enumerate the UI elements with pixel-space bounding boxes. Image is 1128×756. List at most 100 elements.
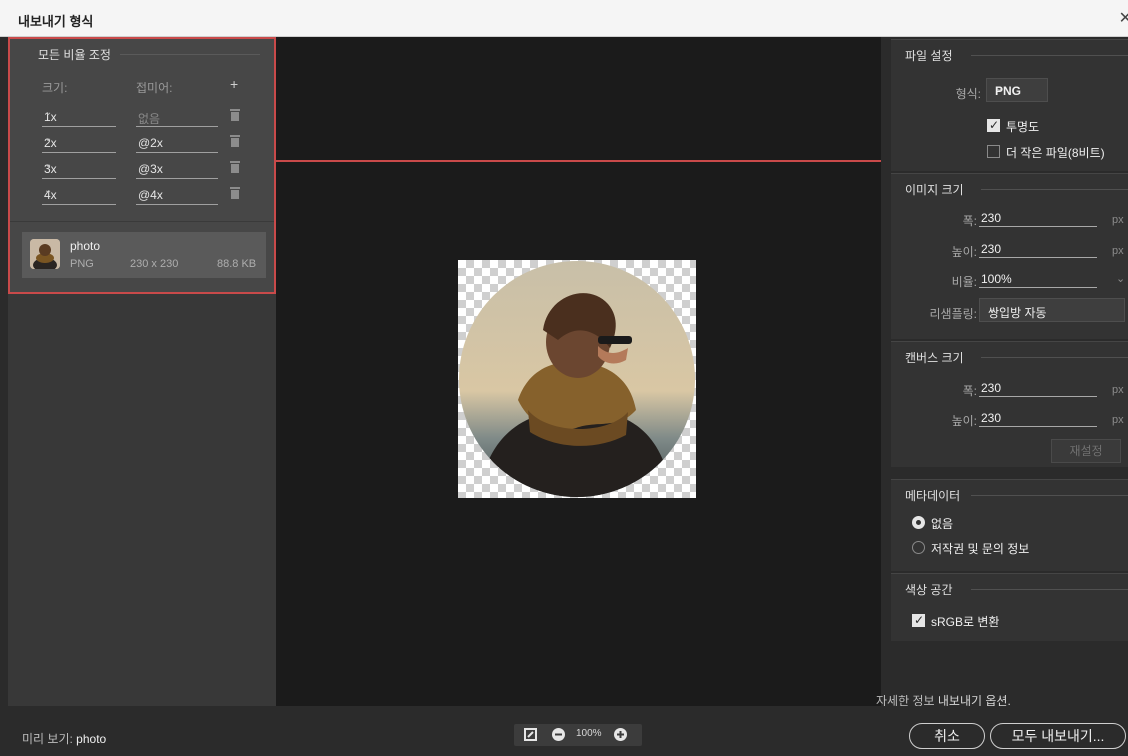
scale-all-panel: 모든 비율 조정 크기: 접미어: + 1x ⌄ 없음 2x ⌄ @2x 3x … (8, 37, 276, 294)
image-width-label: 폭: (962, 214, 977, 228)
scale-suffix-input[interactable]: @2x (136, 133, 218, 153)
trash-icon[interactable] (230, 135, 240, 147)
scale-value: 100% (981, 272, 1012, 286)
scale-all-title: 모든 비율 조정 (38, 48, 111, 62)
trash-icon[interactable] (230, 187, 240, 199)
file-settings-panel: 파일 설정 형식: PNG ⌄ 투명도 더 작은 파일(8비트) (891, 39, 1128, 171)
image-height-value: 230 (981, 242, 1002, 256)
metadata-copyright-radio[interactable] (912, 541, 925, 554)
scale-suffix-value: @4x (138, 188, 163, 202)
asset-thumbnail (30, 239, 60, 269)
plus-circle-icon[interactable] (613, 727, 628, 742)
image-size-title: 이미지 크기 (905, 183, 964, 197)
image-width-input[interactable]: 230 (979, 209, 1097, 227)
color-space-title: 색상 공간 (905, 583, 953, 597)
canvas-size-title: 캔버스 크기 (905, 351, 964, 365)
srgb-checkbox[interactable] (912, 613, 925, 627)
add-scale-button[interactable]: + (230, 76, 238, 92)
preview-prefix: 미리 보기: (22, 732, 77, 746)
scale-size-select[interactable]: 3x ⌄ (42, 159, 116, 179)
image-height-label: 높이: (951, 245, 977, 259)
chevron-down-icon: ⌄ (995, 83, 1004, 94)
scale-size-select[interactable]: 2x ⌄ (42, 133, 116, 153)
color-space-panel: 색상 공간 sRGB로 변환 (891, 573, 1128, 641)
unit-label: px (1112, 245, 1124, 257)
scale-size-select[interactable]: 4x ⌄ (42, 185, 116, 205)
assets-pane: 모든 비율 조정 크기: 접미어: + 1x ⌄ 없음 2x ⌄ @2x 3x … (8, 37, 276, 706)
export-all-button[interactable]: 모두 내보내기... (990, 723, 1126, 749)
canvas-width-input[interactable]: 230 (979, 379, 1097, 397)
asset-item[interactable]: photo PNG 230 x 230 88.8 KB (22, 232, 266, 278)
scale-row: 2x ⌄ @2x (10, 133, 270, 157)
close-icon[interactable]: ✕ (1119, 8, 1128, 28)
scale-size-select[interactable]: 1x ⌄ (42, 107, 116, 127)
image-size-panel: 이미지 크기 폭: 230 px 높이: 230 px 비율: 100% ⌄ 리… (891, 173, 1128, 339)
format-label: 형식: (955, 87, 981, 101)
metadata-panel: 메타데이터 없음 저작권 및 문의 정보 (891, 479, 1128, 571)
scale-suffix-input[interactable]: @4x (136, 185, 218, 205)
preview-canvas[interactable] (276, 37, 881, 706)
file-settings-title: 파일 설정 (905, 49, 953, 63)
footer-bar: 미리 보기: photo 100% 취소 모두 내보내기... (0, 706, 1128, 756)
scale-row: 4x ⌄ @4x (10, 185, 270, 209)
scale-row: 3x ⌄ @3x (10, 159, 270, 183)
asset-name: photo (70, 239, 101, 253)
scale-suffix-placeholder: 없음 (138, 112, 161, 126)
metadata-copyright-label: 저작권 및 문의 정보 (931, 542, 1030, 556)
transparency-checkbox[interactable] (987, 118, 1000, 132)
scale-suffix-input[interactable]: 없음 (136, 107, 218, 127)
image-width-value: 230 (981, 211, 1002, 225)
scale-input[interactable]: 100% (979, 270, 1097, 288)
scale-label: 비율: (951, 275, 977, 289)
scale-suffix-input[interactable]: @3x (136, 159, 218, 179)
window-title: 내보내기 형식 (18, 14, 94, 29)
canvas-height-input[interactable]: 230 (979, 409, 1097, 427)
scale-row: 1x ⌄ 없음 (10, 107, 270, 131)
cancel-button[interactable]: 취소 (909, 723, 985, 749)
canvas-height-value: 230 (981, 411, 1002, 425)
chevron-down-icon: ⌄ (44, 107, 53, 118)
zoom-level: 100% (576, 728, 602, 739)
chevron-down-icon[interactable]: ⌄ (1116, 272, 1125, 285)
trash-icon[interactable] (230, 109, 240, 121)
suffix-header: 접미어: (136, 81, 173, 95)
preview-label: 미리 보기: photo (22, 730, 106, 747)
reset-button[interactable]: 재설정 (1051, 439, 1121, 463)
chevron-down-icon: ⌄ (44, 133, 53, 144)
asset-dimensions: 230 x 230 (130, 258, 179, 270)
minus-circle-icon[interactable] (551, 727, 566, 742)
size-header: 크기: (42, 81, 68, 95)
chevron-down-icon: ⌄ (44, 159, 53, 170)
transparency-label: 투명도 (1006, 120, 1040, 134)
canvas-width-value: 230 (981, 381, 1002, 395)
settings-pane: 파일 설정 형식: PNG ⌄ 투명도 더 작은 파일(8비트) 이미지 크기 … (881, 37, 1128, 706)
unit-label: px (1112, 214, 1124, 226)
preview-image (458, 260, 696, 498)
smaller-file-checkbox[interactable] (987, 145, 1000, 158)
metadata-none-radio[interactable] (912, 516, 925, 529)
trash-icon[interactable] (230, 161, 240, 173)
smaller-file-label: 더 작은 파일(8비트) (1006, 146, 1105, 160)
image-height-input[interactable]: 230 (979, 240, 1097, 258)
divider (10, 221, 274, 222)
canvas-size-panel: 캔버스 크기 폭: 230 px 높이: 230 px 재설정 (891, 341, 1128, 467)
asset-file-size: 88.8 KB (217, 258, 257, 270)
fit-screen-icon[interactable] (523, 727, 538, 742)
metadata-none-label: 없음 (931, 517, 954, 531)
canvas-height-label: 높이: (951, 414, 977, 428)
canvas-width-label: 폭: (962, 384, 977, 398)
scale-suffix-value: @3x (138, 162, 163, 176)
unit-label: px (1112, 384, 1124, 396)
scale-suffix-value: @2x (138, 136, 163, 150)
srgb-label: sRGB로 변환 (931, 615, 1000, 629)
section-divider (120, 54, 260, 55)
unit-label: px (1112, 414, 1124, 426)
resample-label: 리샘플링: (929, 307, 978, 321)
title-bar: 내보내기 형식 ✕ (0, 0, 1128, 37)
zoom-control: 100% (514, 724, 642, 746)
asset-format: PNG (70, 258, 94, 270)
chevron-down-icon: ⌄ (44, 185, 53, 196)
chevron-down-icon: ⌄ (988, 303, 997, 314)
format-select[interactable]: PNG ⌄ (986, 78, 1048, 102)
resample-select[interactable]: 쌍입방 자동 ⌄ (979, 298, 1125, 322)
